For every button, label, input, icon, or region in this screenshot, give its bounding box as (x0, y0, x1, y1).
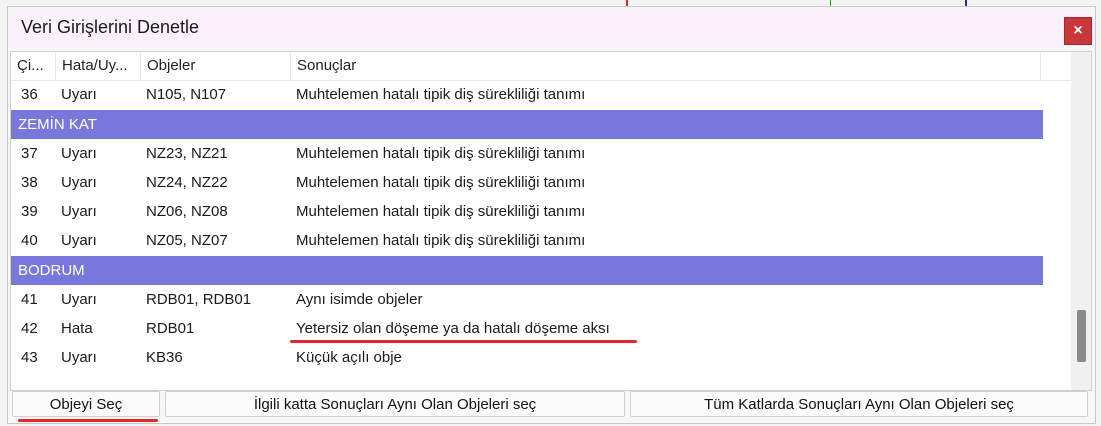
cell-no: 41 (21, 291, 38, 308)
cell-result: Aynı isimde objeler (296, 291, 423, 308)
cell-objects: NZ05, NZ07 (146, 232, 228, 249)
cell-objects: NZ24, NZ22 (146, 174, 228, 191)
cell-kind: Uyarı (61, 86, 97, 103)
dialog-title: Veri Girişlerini Denetle (21, 17, 200, 37)
cell-objects: N105, N107 (146, 86, 227, 103)
cell-no: 42 (21, 320, 38, 337)
cell-objects: NZ23, NZ21 (146, 145, 228, 162)
table-row[interactable]: 43 Uyarı KB36 Küçük açılı obje (11, 343, 1071, 372)
cell-result: Muhtelemen hatalı tipik diş sürekliliği … (296, 203, 586, 220)
cell-result: Muhtelemen hatalı tipik diş sürekliliği … (296, 145, 586, 162)
group-label: ZEMİN KAT (18, 116, 97, 133)
cell-no: 38 (21, 174, 38, 191)
group-label: BODRUM (18, 262, 85, 279)
table-row[interactable]: 37 Uyarı NZ23, NZ21 Muhtelemen hatalı ti… (11, 139, 1071, 168)
column-header-objects[interactable]: Objeler (141, 52, 291, 80)
cell-objects: RDB01 (146, 320, 195, 337)
table-row[interactable]: 38 Uyarı NZ24, NZ22 Muhtelemen hatalı ti… (11, 168, 1071, 197)
select-object-button[interactable]: Objeyi Seç (12, 391, 160, 417)
column-header-kind[interactable]: Hata/Uy... (56, 52, 141, 80)
cell-objects: NZ06, NZ08 (146, 203, 228, 220)
button-bar: Objeyi Seç İlgili katta Sonuçları Aynı O… (8, 391, 1095, 423)
cell-kind: Uyarı (61, 174, 97, 191)
cell-kind: Uyarı (61, 232, 97, 249)
select-same-floor-button[interactable]: İlgili katta Sonuçları Aynı Olan Objeler… (165, 391, 625, 417)
table-row[interactable]: 40 Uyarı NZ05, NZ07 Muhtelemen hatalı ti… (11, 226, 1071, 255)
cell-kind: Uyarı (61, 291, 97, 308)
cell-no: 36 (21, 86, 38, 103)
cell-kind: Uyarı (61, 203, 97, 220)
table-row[interactable]: 41 Uyarı RDB01, RDB01 Aynı isimde objele… (11, 285, 1071, 314)
cell-objects: KB36 (146, 349, 183, 366)
column-header-no[interactable]: Çi... (11, 52, 56, 80)
table-row[interactable]: 42 Hata RDB01 Yetersiz olan döşeme ya da… (11, 314, 1071, 343)
cell-kind: Uyarı (61, 145, 97, 162)
results-grid: Çi... Hata/Uy... Objeler Sonuçlar 36 Uya… (10, 51, 1092, 391)
cell-no: 37 (21, 145, 38, 162)
cell-result: Muhtelemen hatalı tipik diş sürekliliği … (296, 174, 586, 191)
group-row-zemin-kat[interactable]: ZEMİN KAT (11, 110, 1043, 139)
cell-no: 40 (21, 232, 38, 249)
cell-result: Muhtelemen hatalı tipik diş sürekliliği … (296, 232, 586, 249)
cell-result: Muhtelemen hatalı tipik diş sürekliliği … (296, 86, 586, 103)
table-row[interactable]: 39 Uyarı NZ06, NZ08 Muhtelemen hatalı ti… (11, 197, 1071, 226)
group-row-bodrum[interactable]: BODRUM (11, 256, 1043, 285)
scrollbar-thumb[interactable] (1077, 310, 1086, 362)
cell-result: Küçük açılı obje (296, 349, 402, 366)
cell-objects: RDB01, RDB01 (146, 291, 252, 308)
table-row[interactable]: 36 Uyarı N105, N107 Muhtelemen hatalı ti… (11, 80, 1071, 109)
audit-dialog: Veri Girişlerini Denetle × Çi... Hata/Uy… (7, 6, 1096, 424)
cell-result: Yetersiz olan döşeme ya da hatalı döşeme… (296, 320, 610, 337)
highlight-underline (18, 419, 158, 422)
grid-header: Çi... Hata/Uy... Objeler Sonuçlar (11, 52, 1071, 81)
vertical-scrollbar[interactable] (1071, 52, 1091, 390)
column-header-results[interactable]: Sonuçlar (291, 52, 1041, 80)
title-bar: Veri Girişlerini Denetle × (8, 7, 1095, 47)
cell-no: 43 (21, 349, 38, 366)
close-button[interactable]: × (1064, 17, 1092, 45)
cell-no: 39 (21, 203, 38, 220)
cell-kind: Uyarı (61, 349, 97, 366)
select-all-floors-button[interactable]: Tüm Katlarda Sonuçları Aynı Olan Objeler… (630, 391, 1088, 417)
cell-kind: Hata (61, 320, 93, 337)
